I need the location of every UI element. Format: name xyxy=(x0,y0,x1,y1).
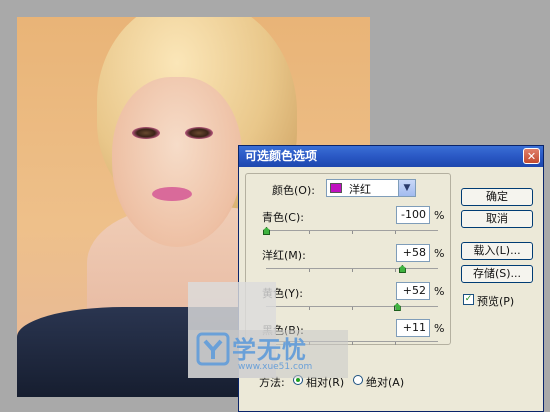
slider-tick xyxy=(395,231,396,234)
slider-tick xyxy=(309,269,310,272)
photo-face xyxy=(112,77,242,247)
close-icon: ✕ xyxy=(526,150,537,163)
watermark-brand: 学无忧 xyxy=(232,336,307,364)
chevron-down-icon[interactable]: ▼ xyxy=(398,180,415,196)
load-button[interactable]: 载入(L)... xyxy=(461,242,533,260)
yellow-unit: % xyxy=(434,285,445,298)
cyan-value-input[interactable]: -100 xyxy=(396,206,430,224)
photo-right-eye xyxy=(185,127,213,139)
black-unit: % xyxy=(434,322,445,335)
dialog-title[interactable]: 可选颜色选项 xyxy=(239,146,543,167)
magenta-slider-thumb[interactable] xyxy=(398,265,406,273)
slider-tick xyxy=(352,342,353,345)
slider-tick xyxy=(352,231,353,234)
close-button[interactable]: ✕ xyxy=(523,148,540,164)
yellow-value-input[interactable]: +52 xyxy=(396,282,430,300)
watermark-url: www.xue51.com xyxy=(238,362,313,372)
slider-tick xyxy=(352,269,353,272)
cyan-unit: % xyxy=(434,209,445,222)
black-value-input[interactable]: +11 xyxy=(396,319,430,337)
watermark-logo-icon xyxy=(196,332,230,366)
slider-tick xyxy=(395,342,396,345)
magenta-unit: % xyxy=(434,247,445,260)
method-absolute-radio[interactable] xyxy=(353,375,363,385)
cyan-slider-thumb[interactable] xyxy=(263,227,270,235)
magenta-value-input[interactable]: +58 xyxy=(396,244,430,262)
slider-tick xyxy=(352,307,353,310)
method-absolute-label: 绝对(A) xyxy=(366,376,405,389)
slider-tick xyxy=(395,307,396,310)
cyan-label: 青色(C): xyxy=(262,211,304,224)
preview-label: 预览(P) xyxy=(477,295,515,308)
colors-select[interactable]: 洋红 ▼ xyxy=(326,179,416,197)
slider-tick xyxy=(309,231,310,234)
photo-lips xyxy=(152,187,192,201)
colors-label: 颜色(O): xyxy=(272,184,315,197)
slider-tick xyxy=(309,307,310,310)
slider-tick xyxy=(395,269,396,272)
preview-checkbox[interactable]: ✓ xyxy=(463,294,474,305)
ok-button[interactable]: 确定 xyxy=(461,188,533,206)
photo-left-eye xyxy=(132,127,160,139)
magenta-swatch xyxy=(330,183,342,193)
magenta-label: 洋红(M): xyxy=(262,249,306,262)
colors-selected-value: 洋红 xyxy=(349,183,371,196)
cancel-button[interactable]: 取消 xyxy=(461,210,533,228)
save-button[interactable]: 存储(S)... xyxy=(461,265,533,283)
